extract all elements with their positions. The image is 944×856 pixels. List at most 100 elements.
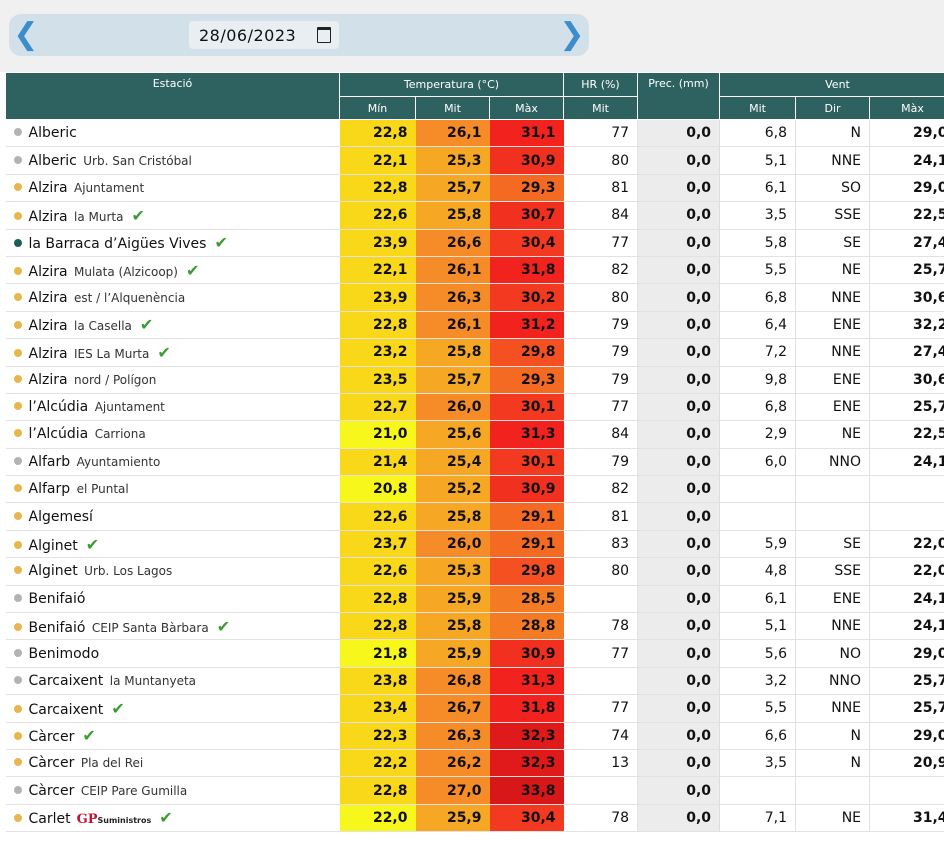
table-row[interactable]: Alberic 22,8 26,1 31,1 77 0,0 6,8 N 29,0 [5, 119, 944, 148]
station-name[interactable]: Alfarb [29, 454, 71, 470]
station-name[interactable]: Algemesí [29, 509, 93, 525]
table-row[interactable]: Algemesí 22,6 25,8 29,1 81 0,0 [5, 502, 944, 531]
station-subname[interactable]: Urb. San Cristóbal [83, 154, 192, 168]
table-row[interactable]: Alzira est / l’Alquenència 23,9 26,3 30,2 80… [5, 283, 944, 312]
station-cell[interactable]: l’Alcúdia Ajuntament [5, 393, 340, 422]
station-cell[interactable]: Alberic Urb. San Cristóbal [5, 146, 340, 175]
table-row[interactable]: Benifaió CEIP Santa Bàrbara ✔ 22,8 25,8 28,8… [5, 612, 944, 641]
table-row[interactable]: l’Alcúdia Ajuntament 22,7 26,0 30,1 77 0,0 6,8… [5, 393, 944, 422]
table-row[interactable]: Càrcer ✔ 22,3 26,3 32,3 74 0,0 6,6 N 29,0 [5, 722, 944, 750]
station-subname[interactable]: Ajuntament [95, 400, 165, 414]
station-name[interactable]: Alberic [29, 125, 77, 141]
station-cell[interactable]: Càrcer CEIP Pare Gumilla [5, 776, 340, 805]
station-name[interactable]: Benifaió [29, 620, 86, 636]
station-cell[interactable]: Alzira la Casella ✔ [5, 311, 340, 340]
station-name[interactable]: Alzira [29, 180, 68, 196]
station-name[interactable]: l’Alcúdia [29, 399, 89, 415]
station-name[interactable]: Alzira [29, 209, 68, 225]
table-row[interactable]: Alfarp el Puntal 20,8 25,2 30,9 82 0,0 [5, 475, 944, 504]
station-cell[interactable]: Alzira IES La Murta ✔ [5, 338, 340, 367]
station-cell[interactable]: Benifaió CEIP Santa Bàrbara ✔ [5, 612, 340, 641]
station-cell[interactable]: Carlet GPSuministros ✔ [5, 804, 340, 833]
station-cell[interactable]: Alzira est / l’Alquenència [5, 283, 340, 312]
table-row[interactable]: Alzira Ajuntament 22,8 25,7 29,3 81 0,0 6,1 SO 2… [5, 174, 944, 203]
table-row[interactable]: l’Alcúdia Carriona 21,0 25,6 31,3 84 0,0 2,9 NE… [5, 420, 944, 449]
station-subname[interactable]: Ayuntamiento [77, 455, 161, 469]
station-cell[interactable]: Alfarb Ayuntamiento [5, 448, 340, 477]
station-cell[interactable]: Carcaixent ✔ [5, 694, 340, 723]
station-cell[interactable]: Càrcer Pla del Rei [5, 749, 340, 778]
station-cell[interactable]: Alginet Urb. Los Lagos [5, 557, 340, 586]
table-row[interactable]: Càrcer Pla del Rei 22,2 26,2 32,3 13 0,0 3,5 N 2… [5, 749, 944, 778]
station-name[interactable]: l’Alcúdia [29, 426, 89, 442]
station-subname[interactable]: la Casella [74, 319, 132, 333]
table-row[interactable]: Càrcer CEIP Pare Gumilla 22,8 27,0 33,8 0,0 [5, 776, 944, 805]
station-name[interactable]: la Barraca d’Aigües Vives [29, 236, 207, 252]
station-cell[interactable]: Alginet ✔ [5, 530, 340, 559]
station-cell[interactable]: Carcaixent la Muntanyeta [5, 667, 340, 696]
table-row[interactable]: Carcaixent la Muntanyeta 23,8 26,8 31,3 0,0 3… [5, 667, 944, 696]
table-row[interactable]: Alzira Mulata (Alzicoop) ✔ 22,1 26,1 31,8 82 0… [5, 256, 944, 285]
station-name[interactable]: Carcaixent [29, 702, 104, 718]
table-row[interactable]: Alzira IES La Murta ✔ 23,2 25,8 29,8 79 0,0 7,2… [5, 338, 944, 367]
station-cell[interactable]: Alzira Ajuntament [5, 174, 340, 203]
station-subname[interactable]: est / l’Alquenència [74, 291, 185, 305]
table-row[interactable]: Benifaió 22,8 25,9 28,5 0,0 6,1 ENE 24,1 [5, 585, 944, 614]
table-row[interactable]: Alzira nord / Polígon 23,5 25,7 29,3 79 0,0 9,… [5, 366, 944, 394]
station-name[interactable]: Alzira [29, 290, 68, 306]
station-cell[interactable]: Algemesí [5, 502, 340, 531]
station-cell[interactable]: Benimodo [5, 639, 340, 668]
table-row[interactable]: Alginet Urb. Los Lagos 22,6 25,3 29,8 80 0,0 4… [5, 557, 944, 586]
station-subname[interactable]: Pla del Rei [81, 756, 143, 770]
station-subname[interactable]: Urb. Los Lagos [84, 564, 172, 578]
station-name[interactable]: Alzira [29, 318, 68, 334]
station-name[interactable]: Alginet [29, 538, 78, 554]
station-name[interactable]: Càrcer [29, 729, 75, 745]
station-name[interactable]: Alzira [29, 372, 68, 388]
station-cell[interactable]: Càrcer ✔ [5, 722, 340, 750]
calendar-icon[interactable] [317, 27, 331, 43]
station-subname[interactable]: el Puntal [77, 482, 129, 496]
station-subname[interactable]: nord / Polígon [74, 373, 156, 387]
station-name[interactable]: Benifaió [29, 591, 86, 607]
table-row[interactable]: la Barraca d’Aigües Vives ✔ 23,9 26,6 30,4 77… [5, 229, 944, 257]
station-subname[interactable]: la Murta [74, 210, 123, 224]
table-row[interactable]: Alfarb Ayuntamiento 21,4 25,4 30,1 79 0,0 6,0 N… [5, 448, 944, 477]
station-subname[interactable]: Carriona [95, 427, 146, 441]
station-subname[interactable]: IES La Murta [74, 347, 149, 361]
station-cell[interactable]: Alberic [5, 119, 340, 148]
station-name[interactable]: Benimodo [29, 646, 100, 662]
table-row[interactable]: Alginet ✔ 23,7 26,0 29,1 83 0,0 5,9 SE 22,0 [5, 530, 944, 559]
station-subname[interactable]: CEIP Pare Gumilla [81, 784, 187, 798]
station-name[interactable]: Càrcer [29, 755, 75, 771]
station-subname[interactable]: Ajuntament [74, 181, 144, 195]
station-cell[interactable]: l’Alcúdia Carriona [5, 420, 340, 449]
station-cell[interactable]: Alzira la Murta ✔ [5, 201, 340, 230]
station-subname[interactable]: la Muntanyeta [110, 674, 196, 688]
station-subname[interactable]: CEIP Santa Bàrbara [92, 621, 209, 635]
station-cell[interactable]: la Barraca d’Aigües Vives ✔ [5, 229, 340, 257]
date-value[interactable]: 28/06/2023 [199, 26, 296, 45]
station-cell[interactable]: Alfarp el Puntal [5, 475, 340, 504]
table-row[interactable]: Alzira la Casella ✔ 22,8 26,1 31,2 79 0,0 6,4 EN… [5, 311, 944, 340]
station-cell[interactable]: Alzira Mulata (Alzicoop) ✔ [5, 256, 340, 285]
station-cell[interactable]: Benifaió [5, 585, 340, 614]
table-row[interactable]: Carcaixent ✔ 23,4 26,7 31,8 77 0,0 5,5 NNE 25,7 [5, 694, 944, 723]
table-row[interactable]: Carlet GPSuministros ✔ 22,0 25,9 30,4 78 0,0 7,1… [5, 804, 944, 833]
station-name[interactable]: Alzira [29, 346, 68, 362]
station-name[interactable]: Carcaixent [29, 673, 104, 689]
station-cell[interactable]: Alzira nord / Polígon [5, 366, 340, 394]
date-input[interactable]: 28/06/2023 [189, 21, 339, 49]
station-name[interactable]: Carlet [29, 811, 71, 827]
station-name[interactable]: Alginet [29, 563, 78, 579]
table-row[interactable]: Benimodo 21,8 25,9 30,9 77 0,0 5,6 NO 29,0 [5, 639, 944, 668]
table-row[interactable]: Alberic Urb. San Cristóbal 22,1 25,3 30,9 80… [5, 146, 944, 175]
station-name[interactable]: Alberic [29, 153, 77, 169]
station-name[interactable]: Alzira [29, 264, 68, 280]
station-name[interactable]: Alfarp [29, 481, 71, 497]
station-subname[interactable]: Mulata (Alzicoop) [74, 265, 178, 279]
station-name[interactable]: Càrcer [29, 783, 75, 799]
table-row[interactable]: Alzira la Murta ✔ 22,6 25,8 30,7 84 0,0 3,5 SSE 2… [5, 201, 944, 230]
chevron-left-icon[interactable]: ❮ [11, 17, 41, 53]
chevron-right-icon[interactable]: ❯ [557, 17, 587, 53]
